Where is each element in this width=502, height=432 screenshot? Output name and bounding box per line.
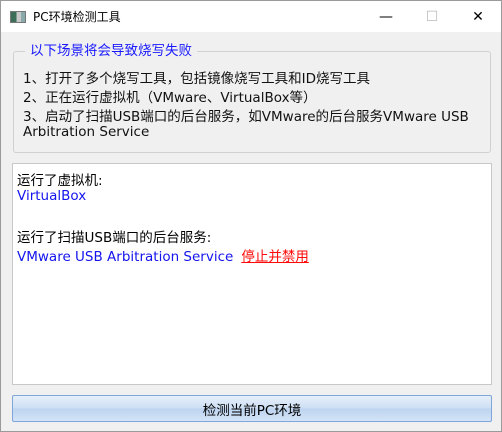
vm-value: VirtualBox <box>17 188 87 204</box>
warning-line: 3、启动了扫描USB端口的后台服务，如VMware的后台服务VMware USB <box>23 109 469 125</box>
usb-service-row: VMware USB Arbitration Service 停止并禁用 <box>17 245 309 265</box>
maximize-button[interactable]: ☐ <box>409 1 455 32</box>
minimize-button[interactable]: — <box>363 1 409 32</box>
warning-line: 2、正在运行虚拟机（VMware、VirtualBox等） <box>23 90 317 106</box>
vm-label: 运行了虚拟机: <box>17 173 103 189</box>
stop-disable-link[interactable]: 停止并禁用 <box>241 249 309 265</box>
warning-group-title: 以下场景将会导致烧写失败 <box>25 39 197 59</box>
window-title: PC环境检测工具 <box>33 10 121 24</box>
close-button[interactable]: ✕ <box>455 1 501 32</box>
results-text-area[interactable]: 运行了虚拟机: VirtualBox 运行了扫描USB端口的后台服务: VMwa… <box>12 163 492 385</box>
app-icon <box>10 10 26 23</box>
usb-service-value: VMware USB Arbitration Service <box>17 249 234 265</box>
warning-line: 1、打开了多个烧写工具，包括镜像烧写工具和ID烧写工具 <box>23 71 370 87</box>
warning-line: Arbitration Service <box>23 124 150 140</box>
title-bar: PC环境检测工具 — ☐ ✕ <box>1 1 501 32</box>
check-environment-button[interactable]: 检测当前PC环境 <box>12 395 492 422</box>
usb-service-label: 运行了扫描USB端口的后台服务: <box>17 230 212 246</box>
